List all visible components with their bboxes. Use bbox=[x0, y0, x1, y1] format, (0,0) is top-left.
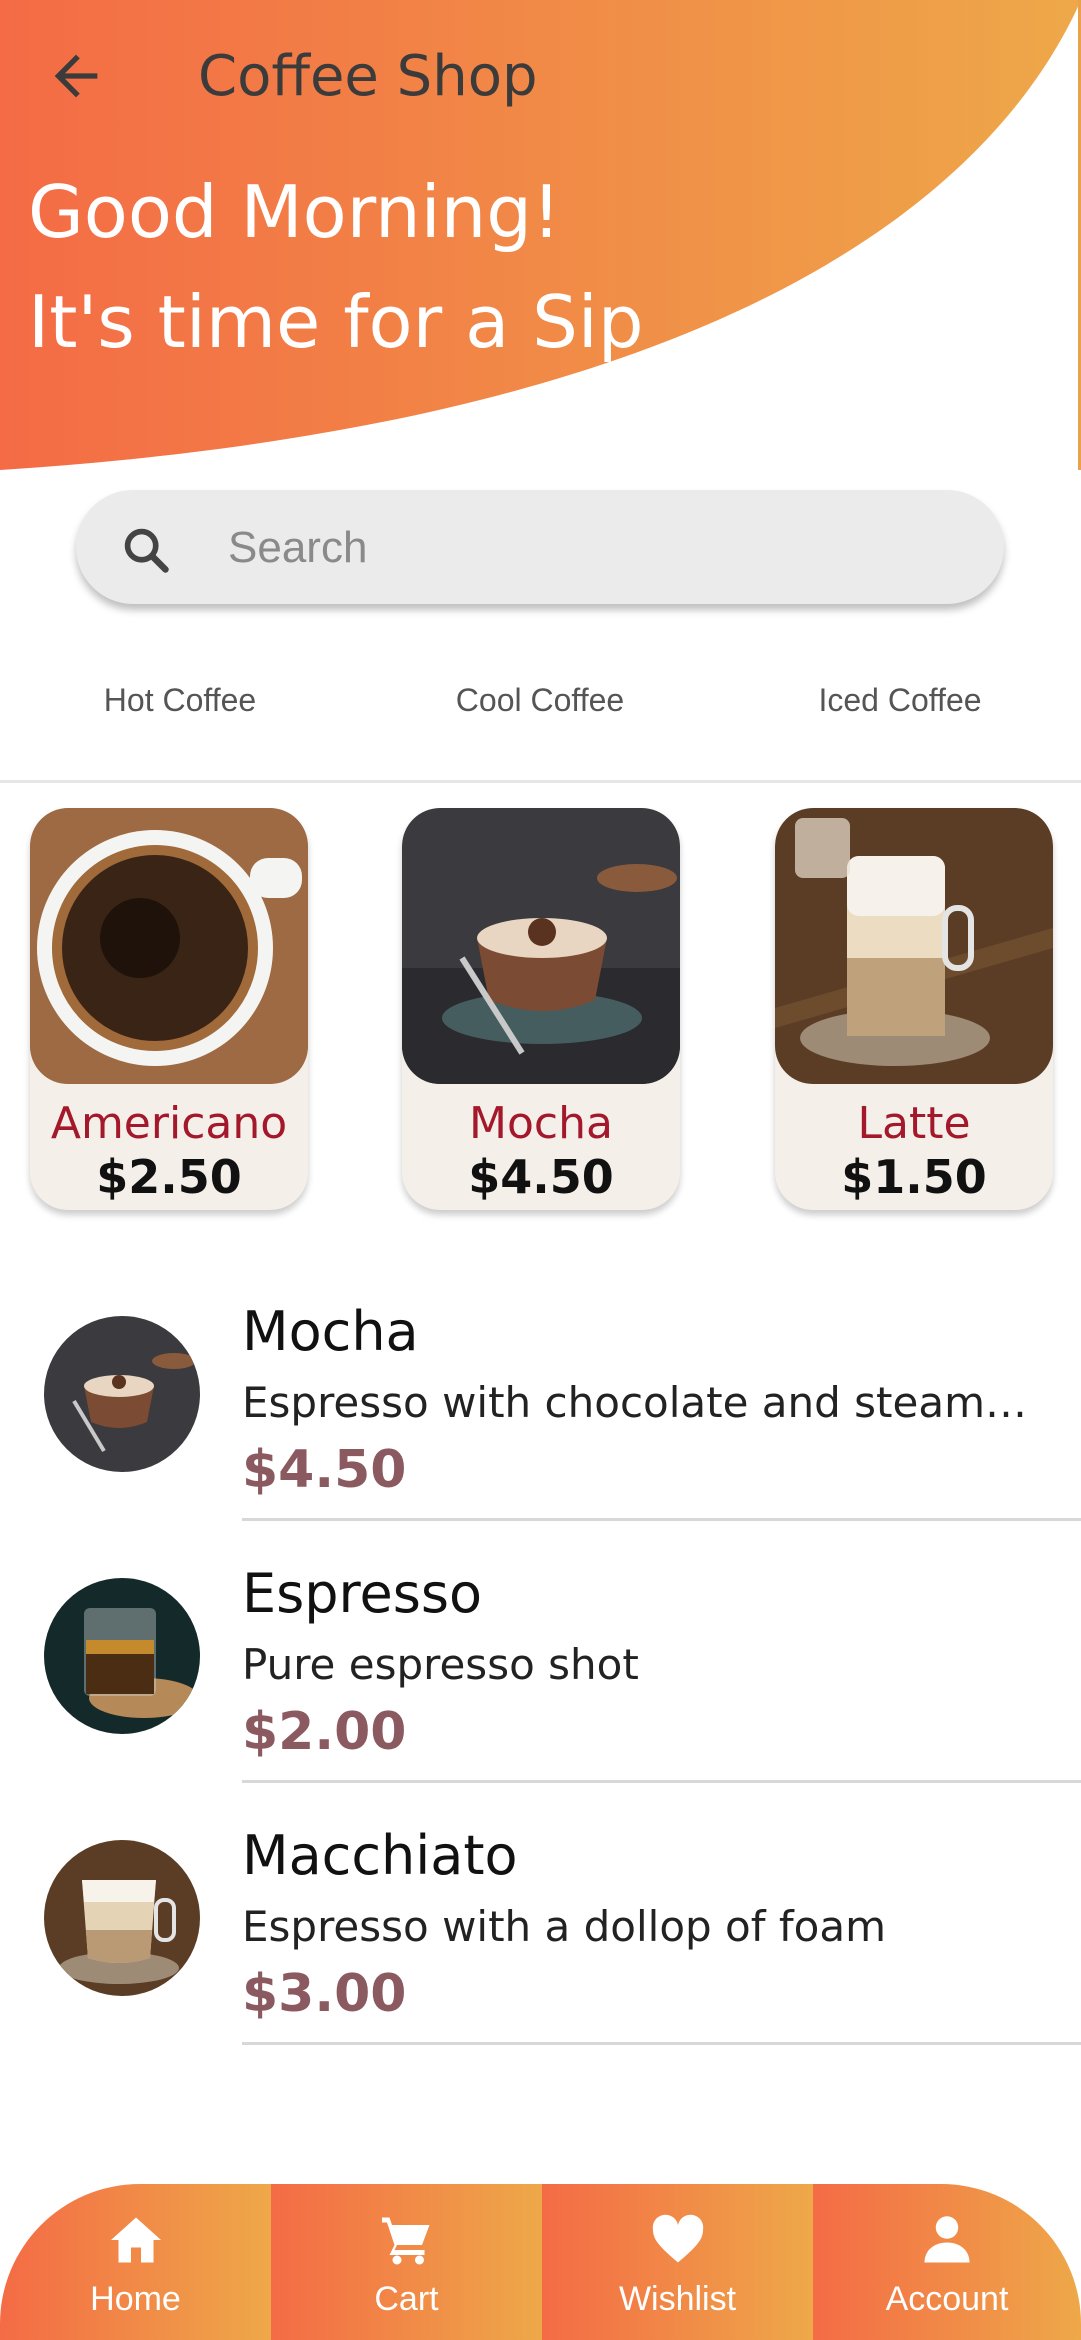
nav-home[interactable]: Home bbox=[0, 2184, 271, 2340]
divider bbox=[242, 1780, 1081, 1783]
tab-iced-coffee[interactable]: Iced Coffee bbox=[720, 682, 1080, 719]
nav-label: Account bbox=[885, 2280, 1009, 2318]
account-icon bbox=[924, 2216, 970, 2263]
heart-icon bbox=[652, 2214, 703, 2263]
card-name: Americano bbox=[50, 1098, 288, 1149]
card-name: Latte bbox=[857, 1098, 971, 1149]
nav-account[interactable]: Account bbox=[813, 2184, 1081, 2340]
greeting-line-1: Good Morning! bbox=[28, 170, 561, 254]
americano-image bbox=[30, 808, 308, 1084]
espresso-thumbnail bbox=[44, 1578, 200, 1734]
featured-card-mocha[interactable]: Mocha $4.50 bbox=[402, 808, 680, 1210]
search-icon bbox=[124, 528, 169, 573]
item-name: Mocha bbox=[242, 1300, 419, 1363]
home-icon bbox=[110, 2217, 161, 2263]
featured-card-americano[interactable]: Americano $2.50 bbox=[30, 808, 308, 1210]
back-button[interactable] bbox=[44, 44, 108, 108]
search-bar[interactable] bbox=[76, 490, 1004, 604]
tab-hot-coffee[interactable]: Hot Coffee bbox=[0, 682, 360, 719]
greeting-line-2: It's time for a Sip bbox=[28, 280, 644, 364]
card-price: $1.50 bbox=[841, 1150, 987, 1204]
bottom-navigation: Home Cart Wishlist Account bbox=[0, 2184, 1081, 2340]
nav-label: Home bbox=[90, 2280, 181, 2318]
card-price: $2.50 bbox=[96, 1150, 242, 1204]
macchiato-thumbnail bbox=[44, 1840, 200, 1996]
divider bbox=[242, 1518, 1081, 1521]
latte-image bbox=[775, 808, 1053, 1084]
divider bbox=[242, 2042, 1081, 2045]
card-name: Mocha bbox=[469, 1098, 613, 1149]
list-item-macchiato[interactable]: Macchiato Espresso with a dollop of foam… bbox=[0, 1824, 1081, 2086]
featured-card-latte[interactable]: Latte $1.50 bbox=[775, 808, 1053, 1210]
card-price: $4.50 bbox=[468, 1150, 614, 1204]
item-description: Espresso with chocolate and steamed ... bbox=[242, 1378, 1042, 1427]
category-tabs: Hot Coffee Cool Coffee Iced Coffee bbox=[0, 660, 1081, 783]
list-item-mocha[interactable]: Mocha Espresso with chocolate and steame… bbox=[0, 1300, 1081, 1562]
arrow-left-icon bbox=[54, 54, 98, 98]
mocha-thumbnail bbox=[44, 1316, 200, 1472]
tab-cool-coffee[interactable]: Cool Coffee bbox=[360, 682, 720, 719]
nav-cart[interactable]: Cart bbox=[271, 2184, 542, 2340]
nav-wishlist[interactable]: Wishlist bbox=[542, 2184, 813, 2340]
item-description: Espresso with a dollop of foam bbox=[242, 1902, 886, 1951]
nav-label: Wishlist bbox=[618, 2280, 737, 2318]
item-price: $3.00 bbox=[242, 1964, 407, 2024]
item-name: Macchiato bbox=[242, 1824, 518, 1887]
app-title: Coffee Shop bbox=[198, 44, 538, 109]
cart-icon bbox=[381, 2217, 429, 2265]
item-name: Espresso bbox=[242, 1562, 483, 1625]
mocha-image bbox=[402, 808, 680, 1084]
list-item-espresso[interactable]: Espresso Pure espresso shot $2.00 bbox=[0, 1562, 1081, 1824]
nav-label: Cart bbox=[374, 2280, 439, 2318]
item-price: $4.50 bbox=[242, 1440, 407, 1500]
item-description: Pure espresso shot bbox=[242, 1640, 639, 1689]
search-input[interactable] bbox=[226, 512, 950, 584]
item-price: $2.00 bbox=[242, 1702, 407, 1762]
